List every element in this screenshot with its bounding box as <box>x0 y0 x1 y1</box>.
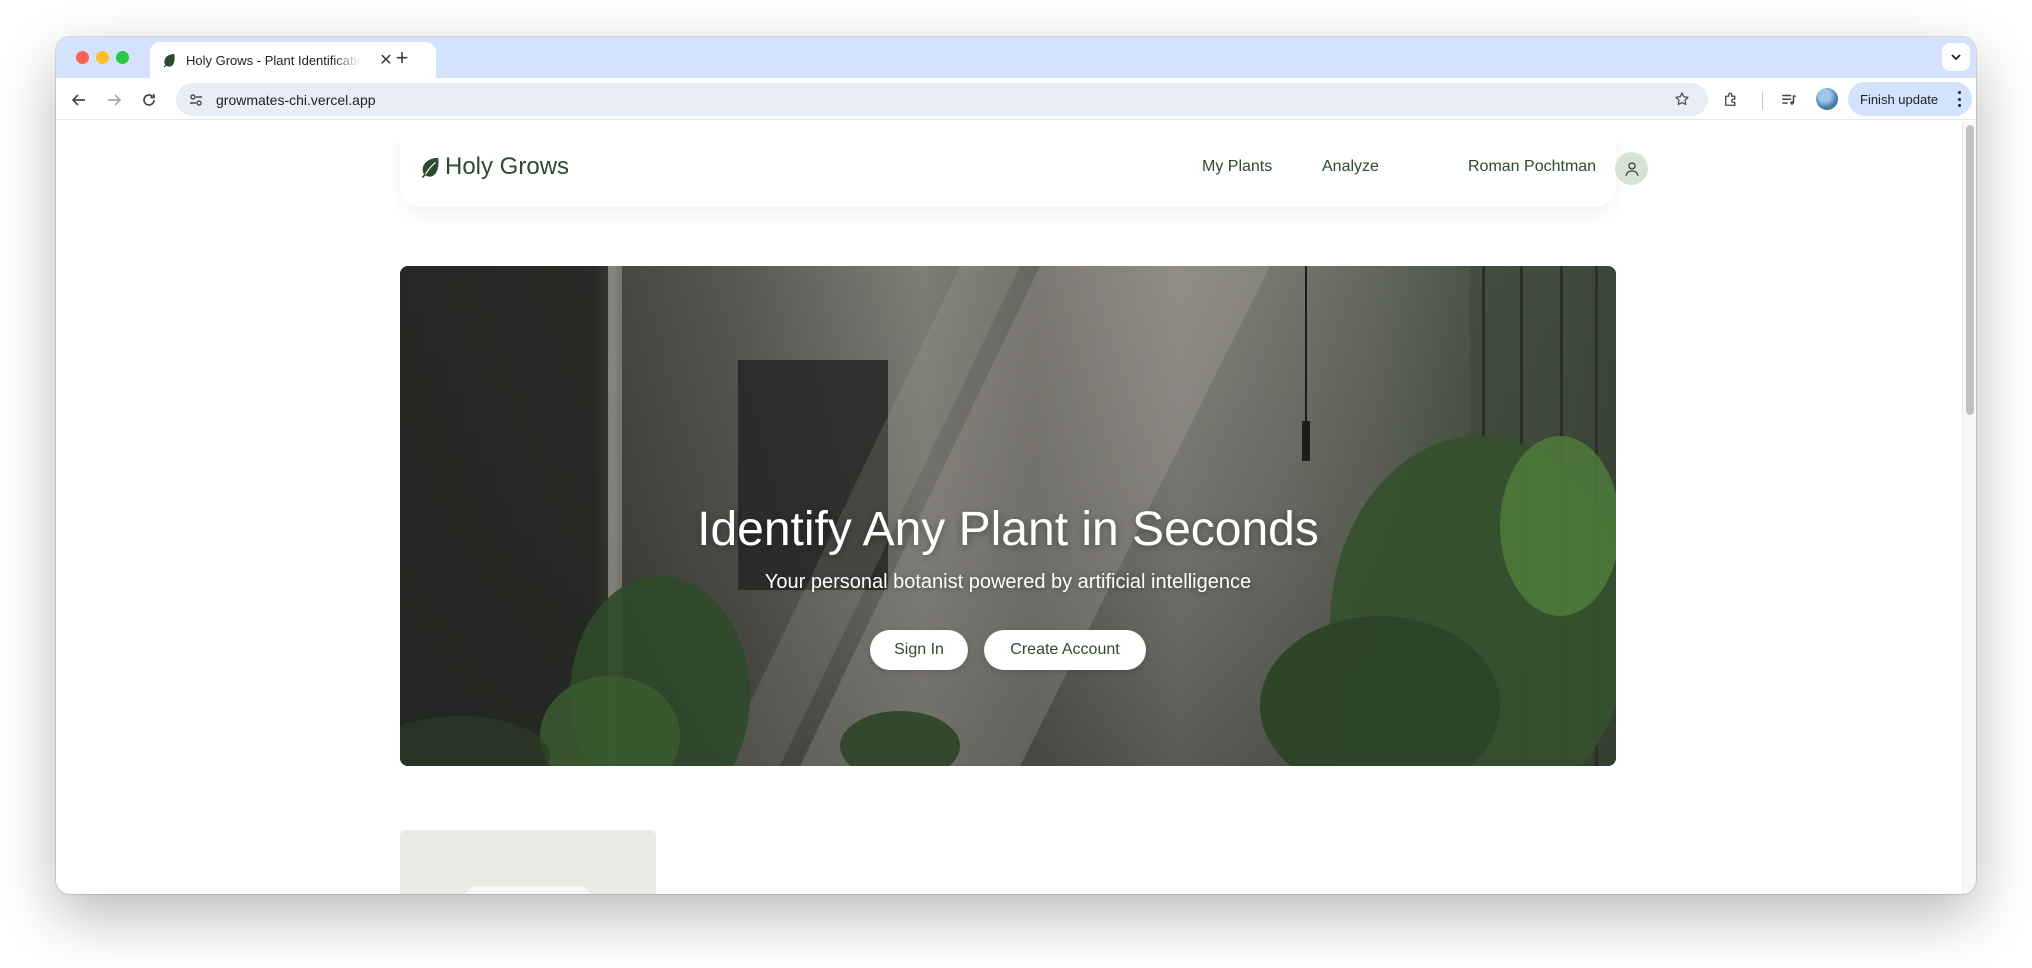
logo-text: Holy Grows <box>445 153 570 180</box>
extensions-button[interactable] <box>1718 87 1744 113</box>
user-avatar[interactable] <box>1615 152 1648 185</box>
arrow-right-icon <box>108 94 122 106</box>
maximize-window-button[interactable] <box>116 51 129 64</box>
plant-card-label-placeholder <box>466 886 590 894</box>
address-bar[interactable]: growmates-chi.vercel.app <box>176 83 1708 116</box>
plant-card-preview[interactable] <box>400 830 656 894</box>
reload-button[interactable] <box>136 87 162 113</box>
media-queue-icon <box>1782 94 1797 105</box>
tab-strip: Holy Grows - Plant Identification ✕ + <box>56 37 1976 78</box>
browser-profile-avatar[interactable] <box>1816 88 1838 110</box>
more-vert-icon <box>1956 91 1962 107</box>
site-header: Holy Grows My Plants Analyze Roman Pocht… <box>400 129 1648 207</box>
browser-window: Holy Grows - Plant Identification ✕ + gr… <box>56 37 1976 894</box>
toolbar-divider <box>1762 92 1763 110</box>
hero-title: Identify Any Plant in Seconds <box>697 503 1319 556</box>
tab-title: Holy Grows - Plant Identification <box>186 52 360 68</box>
site-settings-icon[interactable] <box>186 90 206 110</box>
bookmark-star-icon[interactable] <box>1672 89 1692 109</box>
new-tab-button[interactable]: + <box>390 45 414 70</box>
site-logo[interactable]: Holy Grows <box>418 153 569 181</box>
minimize-window-button[interactable] <box>96 51 109 64</box>
page-scrollbar[interactable] <box>1962 121 1976 894</box>
nav-my-plants[interactable]: My Plants <box>1202 158 1272 176</box>
forward-button[interactable] <box>101 87 127 113</box>
create-account-button[interactable]: Create Account <box>984 630 1146 670</box>
leaf-icon <box>418 154 442 180</box>
finish-update-button[interactable]: Finish update <box>1848 82 1972 116</box>
leaf-icon <box>160 51 178 69</box>
address-url: growmates-chi.vercel.app <box>216 91 376 108</box>
sign-in-button[interactable]: Sign In <box>870 630 968 670</box>
arrow-left-icon <box>71 94 85 106</box>
puzzle-icon <box>1725 92 1736 106</box>
nav-user-name[interactable]: Roman Pochtman <box>1468 158 1596 176</box>
hero-subtitle: Your personal botanist powered by artifi… <box>764 571 1252 593</box>
back-button[interactable] <box>66 87 92 113</box>
media-controls-button[interactable] <box>1776 87 1802 113</box>
reload-icon <box>143 94 155 106</box>
chevron-down-icon <box>1951 54 1961 61</box>
browser-toolbar: growmates-chi.vercel.app Finish update <box>56 78 1976 120</box>
finish-update-label: Finish update <box>1860 91 1939 107</box>
user-icon <box>1624 161 1639 176</box>
page-viewport: Holy Grows My Plants Analyze Roman Pocht… <box>56 121 1962 894</box>
tab-search-button[interactable] <box>1942 43 1970 71</box>
close-window-button[interactable] <box>76 51 89 64</box>
nav-analyze[interactable]: Analyze <box>1322 158 1379 176</box>
hero-banner: Identify Any Plant in Seconds Your perso… <box>400 266 1616 766</box>
scrollbar-thumb[interactable] <box>1966 125 1974 415</box>
